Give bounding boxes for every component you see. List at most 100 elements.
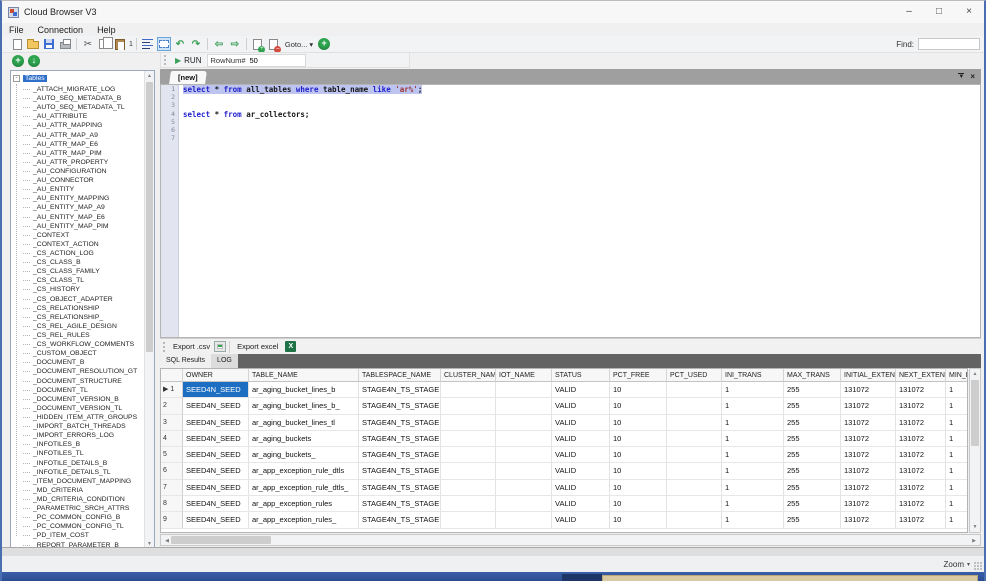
tree-item[interactable]: _INFOTILE_DETAILS_B bbox=[11, 458, 154, 467]
table-row[interactable]: 6SEED4N_SEEDar_app_exception_rule_dtlsST… bbox=[161, 463, 967, 479]
add-page-icon[interactable] bbox=[251, 37, 265, 51]
scroll-left-icon[interactable]: ◀ bbox=[163, 538, 171, 544]
tree-item[interactable]: _IMPORT_BATCH_THREADS bbox=[11, 422, 154, 431]
editor-close-icon[interactable]: × bbox=[970, 72, 975, 81]
row-header[interactable]: ▶ 1 bbox=[161, 382, 183, 398]
tree-item[interactable]: _ATTACH_MIGRATE_LOG bbox=[11, 85, 154, 94]
tree-item[interactable]: _CS_CLASS_FAMILY bbox=[11, 267, 154, 276]
code-line[interactable]: select * from ar_collectors; bbox=[183, 110, 980, 118]
code-line[interactable] bbox=[183, 101, 980, 109]
save-icon[interactable] bbox=[42, 37, 56, 51]
tab-sql-results[interactable]: SQL Results bbox=[160, 354, 211, 368]
maximize-button[interactable]: □ bbox=[924, 2, 954, 22]
tree-item[interactable]: _PC_COMMON_CONFIG_B bbox=[11, 513, 154, 522]
code-line[interactable] bbox=[183, 126, 980, 134]
table-row[interactable]: 3SEED4N_SEEDar_aging_bucket_lines_tlSTAG… bbox=[161, 415, 967, 431]
row-header[interactable]: 2 bbox=[161, 398, 183, 414]
row-header[interactable]: 5 bbox=[161, 447, 183, 463]
tree-item[interactable]: _CS_RELATIONSHIP bbox=[11, 304, 154, 313]
export-csv-button[interactable]: Export .csv bbox=[169, 342, 214, 351]
grid-column-header[interactable]: PCT_FREE bbox=[610, 369, 667, 382]
tab-list-dropdown-icon[interactable]: ▼ bbox=[958, 73, 964, 81]
tree-item[interactable]: _DOCUMENT_VERSION_B bbox=[11, 395, 154, 404]
tree-item[interactable]: _CS_REL_AGILE_DESIGN bbox=[11, 322, 154, 331]
grid-column-header[interactable]: MIN_EXTENTS bbox=[946, 369, 968, 382]
code-line[interactable]: select * from all_tables where table_nam… bbox=[183, 85, 980, 93]
tree-item[interactable]: _AU_ENTITY_MAPPING bbox=[11, 194, 154, 203]
tree-item[interactable]: _DOCUMENT_B bbox=[11, 358, 154, 367]
table-row[interactable]: 4SEED4N_SEEDar_aging_bucketsSTAGE4N_TS_S… bbox=[161, 431, 967, 447]
format-sql-icon[interactable] bbox=[141, 37, 155, 51]
find-input[interactable] bbox=[918, 38, 980, 50]
grid-column-header[interactable]: TABLE_NAME bbox=[249, 369, 359, 382]
scroll-down-icon[interactable]: ▼ bbox=[970, 524, 980, 530]
download-icon[interactable]: ↓ bbox=[28, 55, 40, 67]
minimize-button[interactable]: – bbox=[894, 2, 924, 22]
tree-item[interactable]: _INFOTILES_B bbox=[11, 440, 154, 449]
tree-item[interactable]: _AU_ATTRIBUTE bbox=[11, 112, 154, 121]
tree-item[interactable]: _CS_OBJECT_ADAPTER bbox=[11, 295, 154, 304]
tree-item[interactable]: _CS_HISTORY bbox=[11, 285, 154, 294]
tree-item[interactable]: _AU_ENTITY bbox=[11, 185, 154, 194]
code-line[interactable] bbox=[183, 118, 980, 126]
tree-item[interactable]: _CS_RELATIONSHIP_ bbox=[11, 313, 154, 322]
tree-item[interactable]: _AU_ATTR_MAP_A9 bbox=[11, 131, 154, 140]
paste-icon[interactable] bbox=[113, 37, 127, 51]
navigate-back-icon[interactable]: ⇦ bbox=[212, 37, 226, 51]
scroll-up-icon[interactable]: ▲ bbox=[970, 371, 980, 377]
grid-column-header[interactable] bbox=[161, 369, 183, 382]
tree-item[interactable]: _AUTO_SEQ_METADATA_B bbox=[11, 94, 154, 103]
tree-item[interactable]: _CS_CLASS_TL bbox=[11, 276, 154, 285]
print-icon[interactable] bbox=[58, 37, 72, 51]
tree-item[interactable]: _MD_CRITERIA_CONDITION bbox=[11, 495, 154, 504]
csv-file-icon[interactable] bbox=[214, 341, 226, 352]
grid-column-header[interactable]: PCT_USED bbox=[667, 369, 722, 382]
grid-column-header[interactable]: TABLESPACE_NAME bbox=[359, 369, 441, 382]
grid-column-header[interactable]: IOT_NAME bbox=[496, 369, 552, 382]
table-row[interactable]: 5SEED4N_SEEDar_aging_buckets_STAGE4N_TS_… bbox=[161, 447, 967, 463]
rownum-input[interactable] bbox=[250, 55, 302, 66]
tree-item[interactable]: _IMPORT_ERRORS_LOG bbox=[11, 431, 154, 440]
table-row[interactable]: 2SEED4N_SEEDar_aging_bucket_lines_b_STAG… bbox=[161, 398, 967, 414]
menu-connection[interactable]: Connection bbox=[31, 25, 91, 35]
tree-item[interactable]: _CONTEXT bbox=[11, 231, 154, 240]
tree-item[interactable]: _CS_REL_RULES bbox=[11, 331, 154, 340]
resize-grip[interactable] bbox=[974, 562, 982, 570]
tree-item[interactable]: _CS_WORKFLOW_COMMENTS bbox=[11, 340, 154, 349]
scrollbar-thumb[interactable] bbox=[171, 536, 271, 544]
grid-column-header[interactable]: NEXT_EXTENT bbox=[896, 369, 946, 382]
menu-help[interactable]: Help bbox=[90, 25, 123, 35]
tree-item[interactable]: _AU_CONFIGURATION bbox=[11, 167, 154, 176]
tree-item[interactable]: _PARAMETRIC_SRCH_ATTRS bbox=[11, 504, 154, 513]
row-header[interactable]: 6 bbox=[161, 463, 183, 479]
editor-tab-new[interactable]: [new] bbox=[169, 71, 206, 84]
add-connection-icon[interactable]: + bbox=[12, 55, 24, 67]
tree-item[interactable]: _ITEM_DOCUMENT_MAPPING bbox=[11, 477, 154, 486]
tree-item[interactable]: _CUSTOM_OBJECT bbox=[11, 349, 154, 358]
code-line[interactable] bbox=[183, 93, 980, 101]
tree-item[interactable]: _PC_COMMON_CONFIG_TL bbox=[11, 522, 154, 531]
scroll-right-icon[interactable]: ▶ bbox=[970, 538, 978, 544]
tree-item[interactable]: _AU_ATTR_MAPPING bbox=[11, 121, 154, 130]
copy-icon[interactable] bbox=[97, 37, 111, 51]
scrollbar-thumb[interactable] bbox=[971, 380, 979, 446]
table-row[interactable]: 8SEED4N_SEEDar_app_exception_rulesSTAGE4… bbox=[161, 496, 967, 512]
undo-icon[interactable]: ↶ bbox=[173, 37, 187, 51]
tree-item[interactable]: _DOCUMENT_VERSION_TL bbox=[11, 404, 154, 413]
table-row[interactable]: ▶ 1SEED4N_SEEDar_aging_bucket_lines_bSTA… bbox=[161, 382, 967, 398]
tree-vertical-scrollbar[interactable]: ▲ ▼ bbox=[144, 71, 154, 549]
grid-vertical-scrollbar[interactable]: ▲ ▼ bbox=[969, 368, 981, 533]
add-circle-icon[interactable]: + bbox=[318, 38, 330, 50]
grid-column-header[interactable]: MAX_TRANS bbox=[784, 369, 841, 382]
code-line[interactable] bbox=[183, 134, 980, 142]
scrollbar-thumb[interactable] bbox=[146, 82, 153, 352]
run-button[interactable]: ▶ RUN bbox=[170, 56, 207, 65]
tree-item[interactable]: _AU_ATTR_PROPERTY bbox=[11, 158, 154, 167]
tree-item[interactable]: _CONTEXT_ACTION bbox=[11, 240, 154, 249]
export-excel-button[interactable]: Export excel bbox=[233, 342, 282, 351]
remove-page-icon[interactable] bbox=[267, 37, 281, 51]
selection-mode-icon[interactable] bbox=[157, 37, 171, 51]
grid-horizontal-scrollbar[interactable]: ◀ ▶ bbox=[160, 534, 981, 546]
tree-item[interactable]: _AU_CONNECTOR bbox=[11, 176, 154, 185]
row-header[interactable]: 3 bbox=[161, 415, 183, 431]
